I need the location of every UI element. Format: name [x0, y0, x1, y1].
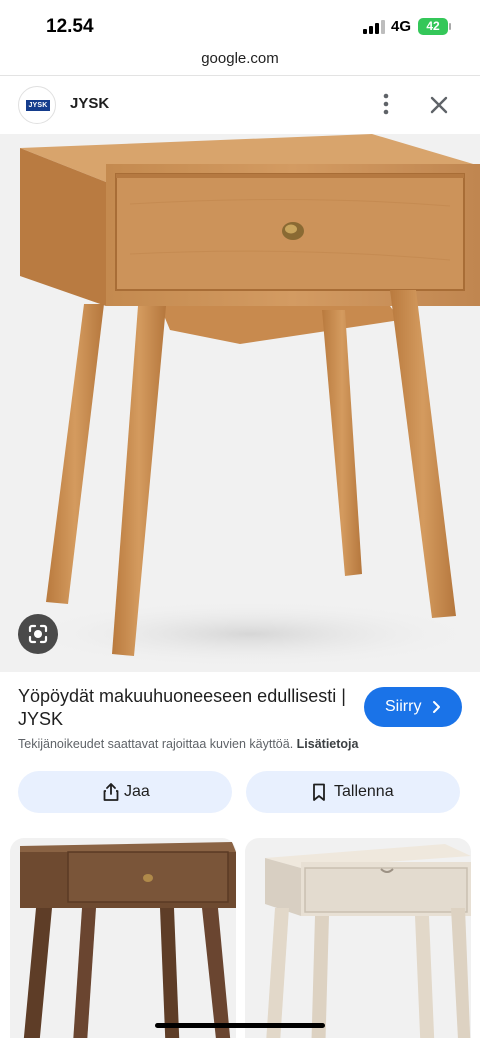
close-icon[interactable]: [426, 92, 452, 118]
save-label: Tallenna: [334, 783, 394, 800]
result-title[interactable]: Yöpöydät makuuhuoneeseen edullisesti | J…: [18, 685, 348, 731]
nightstand-image: [20, 134, 480, 668]
white-nightstand-image: [265, 844, 471, 1038]
home-indicator[interactable]: [155, 1023, 325, 1028]
save-button[interactable]: Tallenna: [246, 771, 460, 813]
share-button[interactable]: Jaa: [18, 771, 232, 813]
share-icon: [103, 783, 119, 801]
related-image-card[interactable]: [245, 838, 471, 1038]
share-label: Jaa: [124, 783, 150, 800]
copyright-notice: Tekijänoikeudet saattavat rajoittaa kuvi…: [18, 737, 358, 751]
learn-more-link[interactable]: Lisätietoja: [297, 737, 359, 751]
signal-strength-icon: [363, 20, 385, 34]
bookmark-icon: [313, 783, 325, 801]
related-image-card[interactable]: [10, 838, 236, 1038]
site-header: JYSK JYSK: [0, 76, 480, 134]
chevron-right-icon: [433, 701, 440, 713]
battery-icon: 42: [418, 18, 448, 35]
visit-button[interactable]: Siirry: [364, 687, 462, 727]
site-name[interactable]: JYSK: [70, 95, 109, 112]
url-text: google.com: [201, 50, 279, 67]
jysk-logo: JYSK: [26, 100, 50, 111]
google-lens-icon: [28, 624, 48, 644]
status-bar: 12.54 4G 42: [0, 0, 480, 52]
network-type: 4G: [391, 18, 412, 35]
product-image[interactable]: [0, 134, 480, 672]
visit-label: Siirry: [385, 698, 422, 715]
site-logo[interactable]: JYSK: [18, 86, 56, 124]
url-bar[interactable]: google.com: [0, 50, 480, 74]
battery-level: 42: [426, 19, 440, 33]
walnut-nightstand-image: [20, 842, 236, 1038]
status-time: 12.54: [46, 16, 94, 37]
copyright-text: Tekijänoikeudet saattavat rajoittaa kuvi…: [18, 737, 294, 751]
google-lens-button[interactable]: [18, 614, 58, 654]
battery-tip: [449, 23, 451, 30]
more-vert-icon[interactable]: [376, 90, 396, 118]
